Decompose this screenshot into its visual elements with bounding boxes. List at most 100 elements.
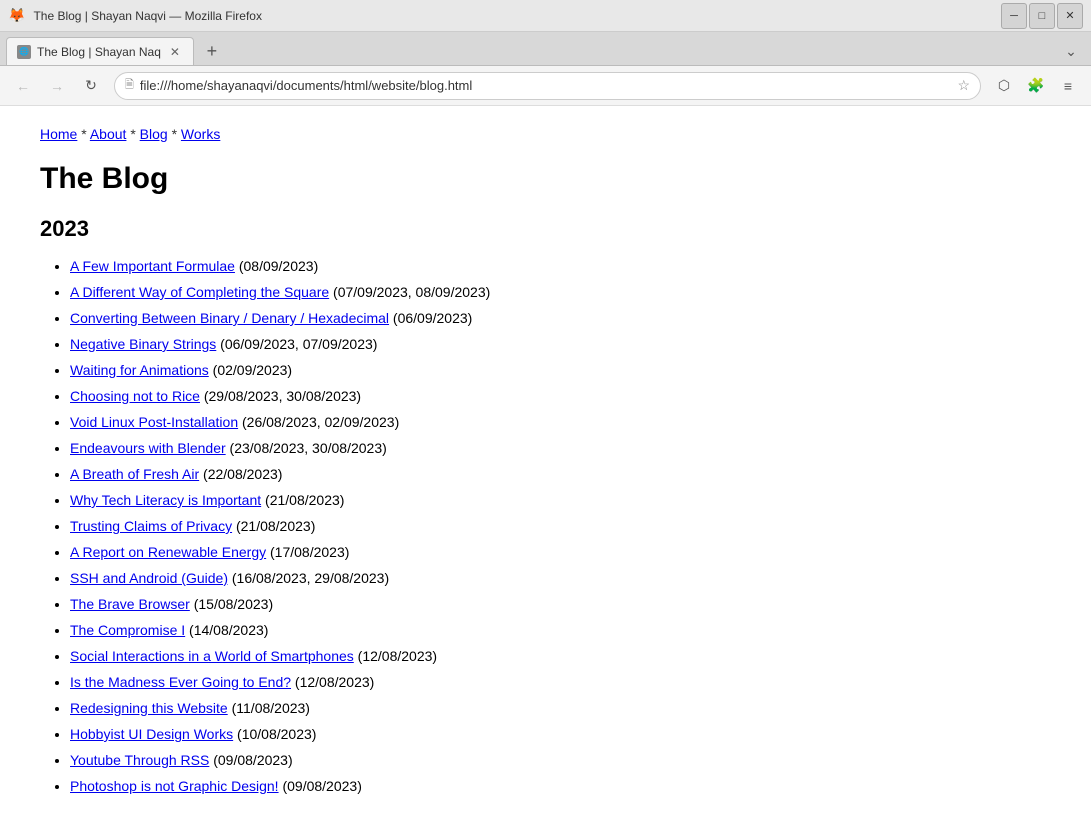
blog-post-date: (10/08/2023) (233, 726, 316, 742)
blog-post-link[interactable]: Converting Between Binary / Denary / Hex… (70, 310, 389, 326)
bookmark-star-icon[interactable]: ☆ (957, 77, 970, 94)
blog-post-date: (07/09/2023, 08/09/2023) (329, 284, 490, 300)
blog-list-item: Redesigning this Website (11/08/2023) (70, 698, 1051, 719)
blog-list-item: Void Linux Post-Installation (26/08/2023… (70, 412, 1051, 433)
blog-post-date: (29/08/2023, 30/08/2023) (200, 388, 361, 404)
blog-post-link[interactable]: A Breath of Fresh Air (70, 466, 199, 482)
blog-post-date: (26/08/2023, 02/09/2023) (238, 414, 399, 430)
blog-list-item: Social Interactions in a World of Smartp… (70, 646, 1051, 667)
blog-post-date: (02/09/2023) (209, 362, 292, 378)
blog-list-item: Negative Binary Strings (06/09/2023, 07/… (70, 334, 1051, 355)
blog-list-item: Photoshop is not Graphic Design! (09/08/… (70, 776, 1051, 797)
extensions-button[interactable]: 🧩 (1021, 71, 1051, 101)
blog-post-date: (09/08/2023) (209, 752, 292, 768)
tab-menu-button[interactable]: ⌄ (1057, 37, 1085, 65)
blog-post-link[interactable]: Negative Binary Strings (70, 336, 216, 352)
blog-post-link[interactable]: A Few Important Formulae (70, 258, 235, 274)
blog-post-link[interactable]: Photoshop is not Graphic Design! (70, 778, 279, 794)
nav-bar: ← → ↻ 🗎 file:///home/shayanaqvi/document… (0, 66, 1091, 106)
active-tab[interactable]: 🌐 The Blog | Shayan Naq ✕ (6, 37, 194, 65)
blog-list-item: A Different Way of Completing the Square… (70, 282, 1051, 303)
blog-posts-list: A Few Important Formulae (08/09/2023) A D… (40, 256, 1051, 797)
blog-post-date: (21/08/2023) (261, 492, 344, 508)
minimize-button[interactable]: ─ (1001, 3, 1027, 29)
blog-post-date: (16/08/2023, 29/08/2023) (228, 570, 389, 586)
tab-title: The Blog | Shayan Naq (37, 45, 161, 59)
blog-post-date: (06/09/2023) (389, 310, 472, 326)
blog-post-link[interactable]: Youtube Through RSS (70, 752, 209, 768)
breadcrumb-sep-1: * (81, 126, 90, 142)
breadcrumb-about-link[interactable]: About (90, 126, 127, 142)
blog-list-item: A Few Important Formulae (08/09/2023) (70, 256, 1051, 277)
title-bar-left: 🦊 The Blog | Shayan Naqvi — Mozilla Fire… (8, 7, 262, 24)
blog-list-item: SSH and Android (Guide) (16/08/2023, 29/… (70, 568, 1051, 589)
blog-post-link[interactable]: The Compromise I (70, 622, 185, 638)
pocket-button[interactable]: ⬡ (989, 71, 1019, 101)
blog-list-item: A Breath of Fresh Air (22/08/2023) (70, 464, 1051, 485)
blog-list-item: Hobbyist UI Design Works (10/08/2023) (70, 724, 1051, 745)
title-bar: 🦊 The Blog | Shayan Naqvi — Mozilla Fire… (0, 0, 1091, 32)
blog-list-item: Converting Between Binary / Denary / Hex… (70, 308, 1051, 329)
address-bar[interactable]: 🗎 file:///home/shayanaqvi/documents/html… (114, 72, 981, 100)
blog-list-item: Waiting for Animations (02/09/2023) (70, 360, 1051, 381)
blog-post-link[interactable]: Waiting for Animations (70, 362, 209, 378)
blog-post-link[interactable]: SSH and Android (Guide) (70, 570, 228, 586)
blog-list-item: A Report on Renewable Energy (17/08/2023… (70, 542, 1051, 563)
blog-post-link[interactable]: Social Interactions in a World of Smartp… (70, 648, 354, 664)
new-tab-button[interactable]: + (198, 37, 226, 65)
breadcrumb-blog-link[interactable]: Blog (140, 126, 168, 142)
blog-post-date: (17/08/2023) (266, 544, 349, 560)
blog-post-link[interactable]: Choosing not to Rice (70, 388, 200, 404)
breadcrumb-sep-3: * (172, 126, 181, 142)
back-button[interactable]: ← (8, 71, 38, 101)
blog-post-link[interactable]: Is the Madness Ever Going to End? (70, 674, 291, 690)
breadcrumb-home-link[interactable]: Home (40, 126, 77, 142)
forward-button[interactable]: → (42, 71, 72, 101)
blog-list-item: Choosing not to Rice (29/08/2023, 30/08/… (70, 386, 1051, 407)
blog-list-item: The Brave Browser (15/08/2023) (70, 594, 1051, 615)
blog-post-date: (15/08/2023) (190, 596, 273, 612)
blog-post-link[interactable]: Endeavours with Blender (70, 440, 226, 456)
blog-post-link[interactable]: Hobbyist UI Design Works (70, 726, 233, 742)
blog-post-date: (12/08/2023) (354, 648, 437, 664)
blog-list-item: Trusting Claims of Privacy (21/08/2023) (70, 516, 1051, 537)
blog-post-date: (09/08/2023) (279, 778, 362, 794)
blog-list-item: The Compromise I (14/08/2023) (70, 620, 1051, 641)
blog-post-link[interactable]: Redesigning this Website (70, 700, 228, 716)
blog-post-link[interactable]: The Brave Browser (70, 596, 190, 612)
maximize-button[interactable]: □ (1029, 3, 1055, 29)
close-button[interactable]: ✕ (1057, 3, 1083, 29)
reload-button[interactable]: ↻ (76, 71, 106, 101)
breadcrumb: Home * About * Blog * Works (40, 126, 1051, 142)
blog-list-item: Endeavours with Blender (23/08/2023, 30/… (70, 438, 1051, 459)
blog-post-date: (23/08/2023, 30/08/2023) (226, 440, 387, 456)
blog-post-link[interactable]: A Different Way of Completing the Square (70, 284, 329, 300)
blog-post-date: (22/08/2023) (199, 466, 282, 482)
tab-favicon: 🌐 (17, 45, 31, 59)
tab-close-button[interactable]: ✕ (167, 44, 183, 60)
page-content: Home * About * Blog * Works The Blog 202… (0, 106, 1091, 822)
blog-post-link[interactable]: Void Linux Post-Installation (70, 414, 238, 430)
blog-post-link[interactable]: Why Tech Literacy is Important (70, 492, 261, 508)
address-text: file:///home/shayanaqvi/documents/html/w… (140, 78, 952, 93)
blog-post-date: (11/08/2023) (228, 700, 310, 716)
blog-post-date: (08/09/2023) (235, 258, 318, 274)
nav-right-buttons: ⬡ 🧩 ≡ (989, 71, 1083, 101)
blog-list-item: Is the Madness Ever Going to End? (12/08… (70, 672, 1051, 693)
blog-post-date: (21/08/2023) (232, 518, 315, 534)
window-title: The Blog | Shayan Naqvi — Mozilla Firefo… (33, 9, 262, 23)
firefox-icon: 🦊 (8, 7, 25, 24)
blog-post-link[interactable]: A Report on Renewable Energy (70, 544, 266, 560)
blog-post-link[interactable]: Trusting Claims of Privacy (70, 518, 232, 534)
blog-post-date: (06/09/2023, 07/09/2023) (216, 336, 377, 352)
tab-bar: 🌐 The Blog | Shayan Naq ✕ + ⌄ (0, 32, 1091, 66)
blog-list-item: Youtube Through RSS (09/08/2023) (70, 750, 1051, 771)
blog-post-date: (14/08/2023) (185, 622, 268, 638)
breadcrumb-works-link[interactable]: Works (181, 126, 220, 142)
blog-list-item: Why Tech Literacy is Important (21/08/20… (70, 490, 1051, 511)
blog-post-date: (12/08/2023) (291, 674, 374, 690)
menu-button[interactable]: ≡ (1053, 71, 1083, 101)
breadcrumb-sep-2: * (130, 126, 139, 142)
page-title: The Blog (40, 162, 1051, 196)
year-2023-heading: 2023 (40, 216, 1051, 242)
